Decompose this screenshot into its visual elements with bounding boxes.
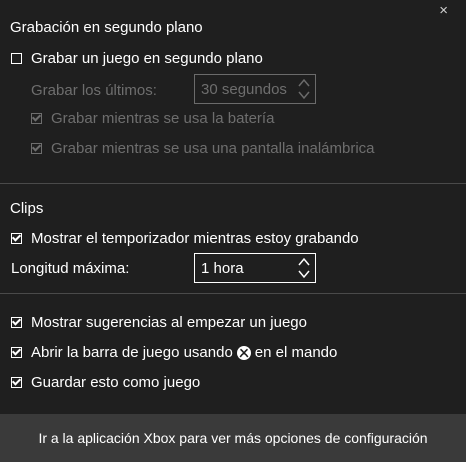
show-timer-checkbox[interactable]: Mostrar el temporizador mientras estoy g… — [11, 230, 359, 247]
open-xbox-app-link[interactable]: Ir a la aplicación Xbox para ver más opc… — [0, 414, 466, 462]
spinner-arrows-icon — [298, 78, 310, 100]
checkbox-checked-icon — [11, 233, 22, 244]
checkbox-checked-icon — [31, 143, 42, 154]
record-last-label: Grabar los últimos: — [31, 82, 157, 99]
record-in-background-checkbox[interactable]: Grabar un juego en segundo plano — [11, 50, 263, 67]
max-length-value: 1 hora — [201, 259, 244, 277]
record-wireless-display-label: Grabar mientras se usa una pantalla inal… — [51, 140, 375, 157]
divider — [0, 293, 466, 294]
divider — [0, 183, 466, 184]
open-game-bar-label-suffix: en el mando — [254, 344, 338, 361]
checkbox-checked-icon — [11, 317, 22, 328]
remember-game-checkbox[interactable]: Guardar esto como juego — [11, 374, 200, 391]
spinner-arrows-icon[interactable] — [297, 255, 311, 281]
max-length-spinbox[interactable]: 1 hora — [194, 253, 316, 283]
record-on-battery-label: Grabar mientras se usa la batería — [51, 110, 275, 127]
open-game-bar-checkbox[interactable]: Abrir la barra de juego usando en el man… — [11, 344, 337, 361]
remember-game-label: Guardar esto como juego — [31, 374, 201, 391]
max-length-label: Longitud máxima: — [11, 260, 130, 277]
show-tips-checkbox[interactable]: Mostrar sugerencias al empezar un juego — [11, 314, 307, 331]
record-wireless-display-checkbox: Grabar mientras se usa una pantalla inal… — [31, 140, 375, 157]
xbox-logo-icon — [236, 345, 251, 360]
checkbox-checked-icon — [31, 113, 42, 124]
open-game-bar-label-prefix: Abrir la barra de juego usando — [31, 344, 233, 361]
section-title-clips: Clips — [10, 200, 44, 217]
open-xbox-app-label: Ir a la aplicación Xbox para ver más opc… — [38, 430, 428, 446]
record-last-value: 30 segundos — [201, 80, 287, 98]
close-icon[interactable]: × — [439, 2, 448, 20]
record-last-spinbox: 30 segundos — [194, 74, 316, 104]
checkbox-checked-icon — [11, 377, 22, 388]
section-title-background-recording: Grabación en segundo plano — [10, 19, 203, 36]
show-tips-label: Mostrar sugerencias al empezar un juego — [31, 314, 307, 331]
checkbox-checked-icon — [11, 347, 22, 358]
record-on-battery-checkbox: Grabar mientras se usa la batería — [31, 110, 274, 127]
checkbox-unchecked-icon — [11, 53, 22, 64]
show-timer-label: Mostrar el temporizador mientras estoy g… — [31, 230, 359, 247]
record-in-background-label: Grabar un juego en segundo plano — [31, 50, 263, 67]
